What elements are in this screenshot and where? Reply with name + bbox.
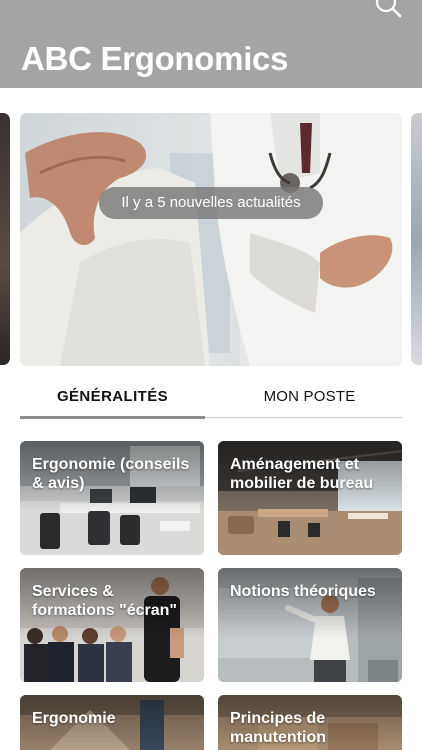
category-card-notions-theoriques[interactable]: Notions théoriques	[218, 568, 402, 682]
category-card-ergonomie-conseils[interactable]: Ergonomie (conseils & avis)	[20, 441, 204, 555]
tab-generalites[interactable]: GÉNÉRALITÉS	[20, 380, 205, 416]
category-card-amenagement[interactable]: Aménagement et mobilier de bureau	[218, 441, 402, 555]
carousel-next-slide[interactable]	[411, 113, 422, 365]
tab-mon-poste[interactable]: MON POSTE	[217, 380, 402, 416]
category-card-title: Aménagement et mobilier de bureau	[230, 456, 374, 492]
category-card-principes-manutention[interactable]: Principes de manutention	[218, 695, 402, 750]
category-card-title: Notions théoriques	[230, 583, 376, 600]
app-header: ABC Ergonomics	[0, 0, 422, 88]
category-card-ergonomie[interactable]: Ergonomie	[20, 695, 204, 750]
news-count-badge[interactable]: Il y a 5 nouvelles actualités	[99, 187, 323, 219]
category-card-title: Services & formations "écran"	[32, 583, 177, 619]
search-icon[interactable]	[374, 0, 404, 20]
app-title: ABC Ergonomics	[21, 40, 289, 77]
category-card-title: Principes de manutention	[230, 710, 326, 746]
category-card-title: Ergonomie (conseils & avis)	[32, 456, 190, 492]
news-carousel[interactable]: Il y a 5 nouvelles actualités	[0, 88, 422, 370]
category-card-title: Ergonomie	[32, 710, 116, 727]
category-card-services-formations[interactable]: Services & formations "écran"	[20, 568, 204, 682]
carousel-previous-slide[interactable]	[0, 113, 10, 365]
category-tabs: GÉNÉRALITÉS MON POSTE	[20, 380, 402, 420]
carousel-slide-image[interactable]	[20, 113, 402, 366]
active-tab-indicator	[20, 416, 205, 419]
